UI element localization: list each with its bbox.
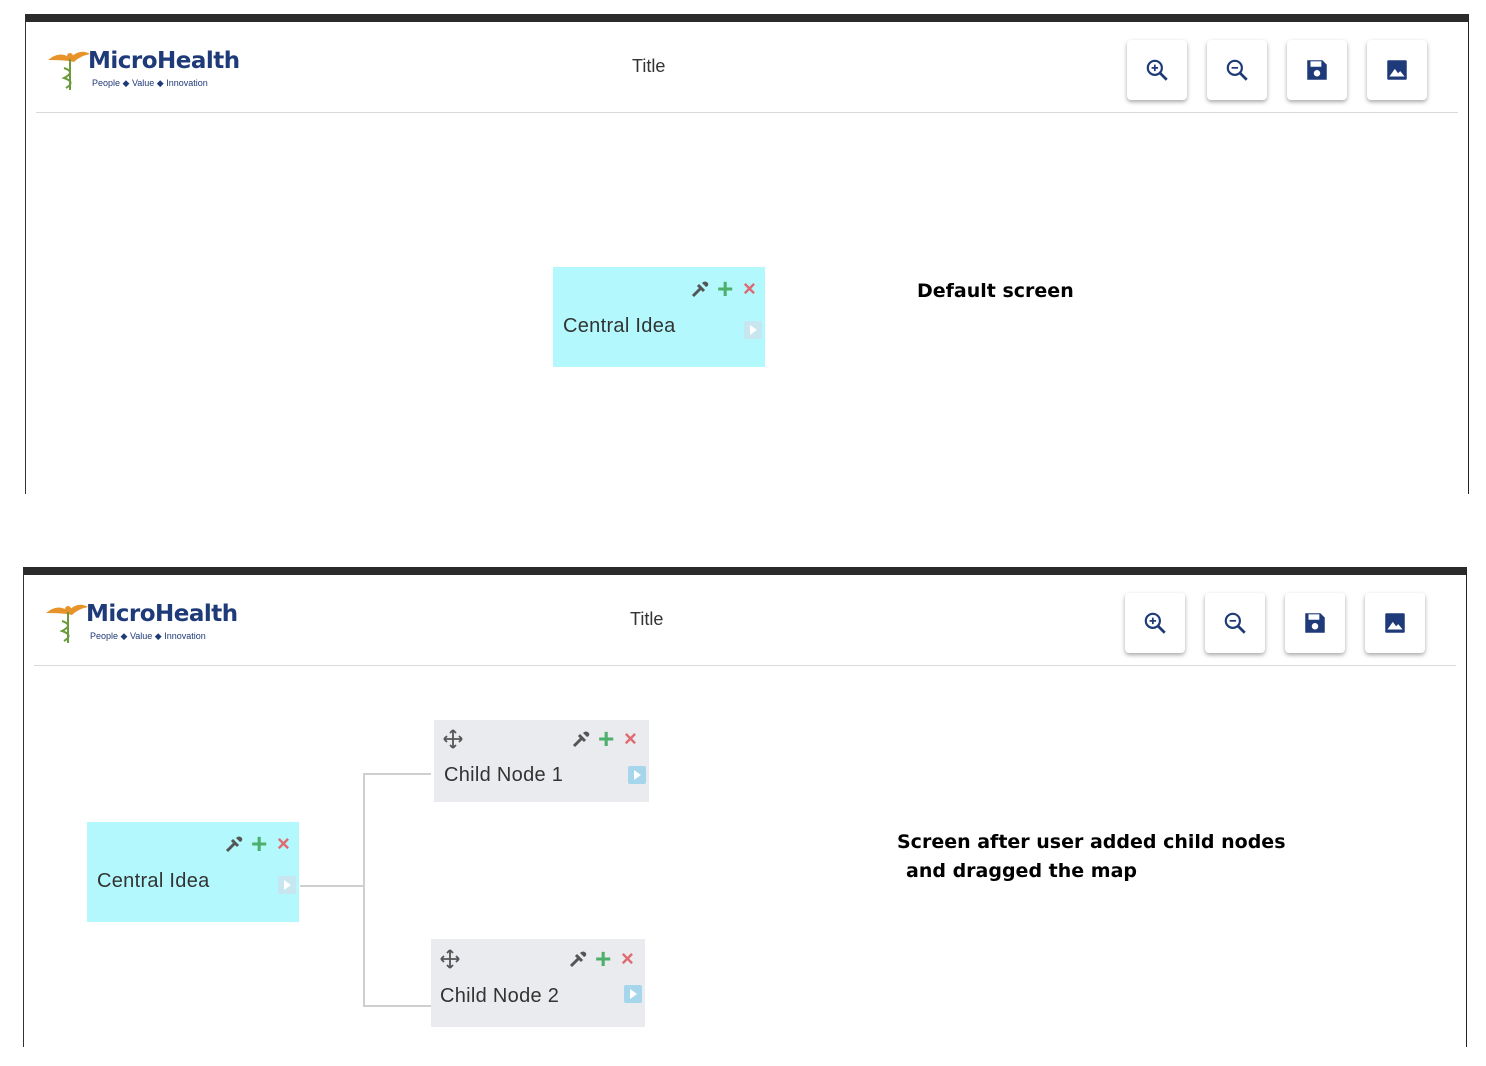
move-icon[interactable] xyxy=(440,949,460,969)
central-node[interactable]: + × Central Idea xyxy=(87,822,299,922)
default-screen-panel: MicroHealth People ◆ Value ◆ Innovation … xyxy=(25,14,1469,494)
move-icon[interactable] xyxy=(443,729,463,749)
export-image-button[interactable] xyxy=(1365,593,1425,653)
map-title[interactable]: Title xyxy=(632,56,665,77)
microhealth-logo[interactable]: MicroHealth People ◆ Value ◆ Innovation xyxy=(46,42,240,92)
export-image-button[interactable] xyxy=(1367,40,1427,100)
add-child-icon[interactable]: + xyxy=(251,830,267,858)
default-screen-caption: Default screen xyxy=(917,280,1074,302)
save-icon xyxy=(1307,60,1327,80)
zoom-out-icon xyxy=(1224,612,1246,634)
microhealth-logo[interactable]: MicroHealth People ◆ Value ◆ Innovation xyxy=(44,595,238,645)
expand-icon[interactable] xyxy=(278,876,296,894)
caduceus-icon xyxy=(48,51,90,90)
delete-node-icon[interactable]: × xyxy=(621,948,634,970)
eyedropper-icon[interactable] xyxy=(690,279,710,299)
expand-icon[interactable] xyxy=(624,985,642,1003)
child-node-label[interactable]: Child Node 1 xyxy=(444,764,563,787)
zoom-in-icon xyxy=(1146,59,1168,81)
after-screen-panel: MicroHealth People ◆ Value ◆ Innovation … xyxy=(23,567,1467,1047)
zoom-out-button[interactable] xyxy=(1207,40,1267,100)
connector-line xyxy=(363,1005,431,1007)
image-icon xyxy=(1387,60,1407,80)
central-node-label[interactable]: Central Idea xyxy=(563,315,676,338)
eyedropper-icon[interactable] xyxy=(571,729,591,749)
zoom-in-button[interactable] xyxy=(1125,593,1185,653)
save-button[interactable] xyxy=(1287,40,1347,100)
delete-node-icon[interactable]: × xyxy=(743,278,756,300)
delete-node-icon[interactable]: × xyxy=(624,728,637,750)
eyedropper-icon[interactable] xyxy=(568,949,588,969)
child-node[interactable]: + × Child Node 2 xyxy=(431,939,645,1027)
logo-tagline: People ◆ Value ◆ Innovation xyxy=(92,78,208,88)
logo-name: MicroHealth xyxy=(88,48,240,74)
child-node-label[interactable]: Child Node 2 xyxy=(440,985,559,1008)
app-header: MicroHealth People ◆ Value ◆ Innovation … xyxy=(34,575,1456,666)
zoom-in-button[interactable] xyxy=(1127,40,1187,100)
save-button[interactable] xyxy=(1285,593,1345,653)
child-node[interactable]: + × Child Node 1 xyxy=(434,720,649,802)
connector-line xyxy=(363,773,431,775)
zoom-out-icon xyxy=(1226,59,1248,81)
connector-line xyxy=(363,773,365,1007)
delete-node-icon[interactable]: × xyxy=(277,833,290,855)
add-child-icon[interactable]: + xyxy=(717,275,733,303)
logo-name: MicroHealth xyxy=(86,601,238,627)
image-icon xyxy=(1385,613,1405,633)
logo-tagline: People ◆ Value ◆ Innovation xyxy=(90,631,206,641)
map-title[interactable]: Title xyxy=(630,609,663,630)
expand-icon[interactable] xyxy=(628,766,646,784)
eyedropper-icon[interactable] xyxy=(224,834,244,854)
after-screen-caption-line2: and dragged the map xyxy=(906,860,1137,882)
add-child-icon[interactable]: + xyxy=(598,725,614,753)
app-header: MicroHealth People ◆ Value ◆ Innovation … xyxy=(36,22,1458,113)
central-node[interactable]: + × Central Idea xyxy=(553,267,765,367)
caduceus-icon xyxy=(46,604,88,643)
zoom-in-icon xyxy=(1144,612,1166,634)
expand-icon[interactable] xyxy=(744,321,762,339)
central-node-label[interactable]: Central Idea xyxy=(97,870,210,893)
save-icon xyxy=(1305,613,1325,633)
after-screen-caption-line1: Screen after user added child nodes xyxy=(897,831,1286,853)
zoom-out-button[interactable] xyxy=(1205,593,1265,653)
connector-line xyxy=(300,885,364,887)
add-child-icon[interactable]: + xyxy=(595,945,611,973)
